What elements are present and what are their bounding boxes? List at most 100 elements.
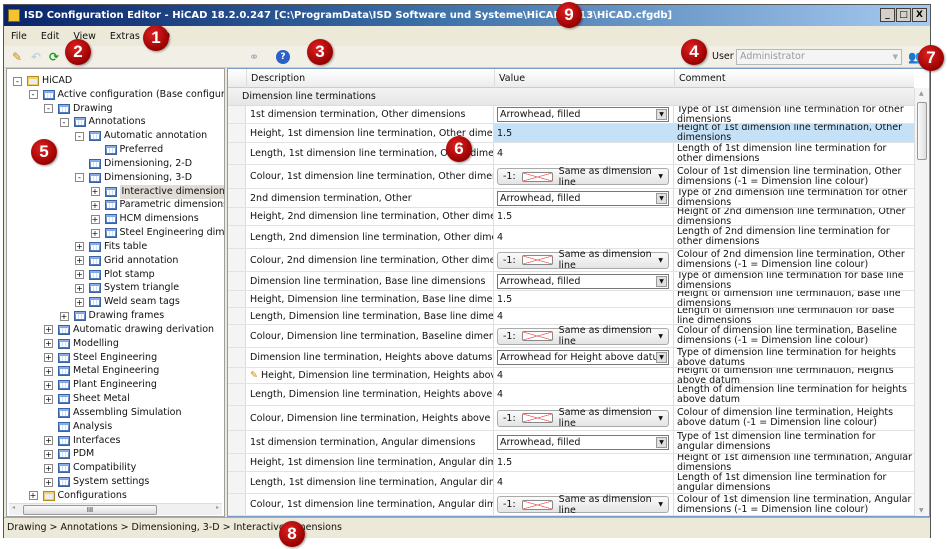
table-row[interactable]: Colour, Dimension line termination, Base…: [228, 325, 914, 348]
tree-node[interactable]: + PDM: [44, 447, 94, 461]
row-header[interactable]: [228, 454, 246, 471]
scroll-down-icon[interactable]: ▼: [919, 507, 924, 514]
row-header[interactable]: [228, 106, 246, 123]
tree-node[interactable]: - Dimensioning, 3-D: [75, 171, 192, 185]
column-header-comment[interactable]: Comment: [674, 69, 914, 88]
menu-extras[interactable]: Extras: [110, 28, 140, 45]
tree-node[interactable]: + Plant Engineering: [44, 378, 157, 392]
value-cell[interactable]: Arrowhead, filled ▼: [494, 272, 674, 290]
value-dropdown[interactable]: Arrowhead, filled ▼: [497, 434, 669, 450]
tree-node[interactable]: + Configurations: [28, 489, 127, 503]
value-cell[interactable]: 1.5: [494, 291, 674, 307]
value-cell[interactable]: 1.5: [494, 208, 674, 225]
chevron-down-icon[interactable]: ▼: [656, 275, 667, 287]
row-header[interactable]: [228, 189, 246, 207]
value-cell[interactable]: 4: [494, 226, 674, 248]
tree-node[interactable]: - HiCAD: [13, 74, 72, 88]
scroll-thumb[interactable]: [917, 102, 927, 160]
row-header[interactable]: [228, 406, 246, 430]
colour-picker-button[interactable]: -1: Same as dimension line ▼: [497, 249, 669, 271]
tree-node[interactable]: + Plot stamp: [75, 268, 155, 282]
group-row[interactable]: Dimension line terminations: [228, 88, 914, 106]
expand-icon[interactable]: +: [90, 200, 100, 210]
tree-node[interactable]: Dimensioning, 2-D: [75, 157, 192, 171]
row-header[interactable]: [228, 325, 246, 347]
value-cell[interactable]: 4: [494, 143, 674, 164]
table-row[interactable]: Dimension line termination, Base line di…: [228, 272, 914, 291]
table-row[interactable]: Length, 1st dimension line termination, …: [228, 472, 914, 494]
collapse-icon[interactable]: -: [75, 173, 84, 183]
tree-node[interactable]: Assembling Simulation: [44, 406, 181, 420]
tree-node[interactable]: + Weld seam tags: [75, 295, 180, 309]
table-row[interactable]: Length, Dimension line termination, Heig…: [228, 384, 914, 406]
colour-picker-button[interactable]: -1: Same as dimension line ▼: [497, 494, 669, 515]
tree-node[interactable]: + Interfaces: [44, 434, 120, 448]
tree-node[interactable]: + Automatic drawing derivation: [44, 323, 214, 337]
tree-node[interactable]: Analysis: [44, 420, 112, 434]
expand-icon[interactable]: +: [28, 491, 38, 501]
table-row[interactable]: Length, 2nd dimension line termination, …: [228, 226, 914, 249]
value-dropdown[interactable]: Arrowhead, filled ▼: [497, 107, 669, 122]
row-header[interactable]: [228, 124, 246, 142]
value-cell[interactable]: Arrowhead, filled ▼: [494, 106, 674, 123]
expand-icon[interactable]: +: [90, 187, 100, 197]
tree-node[interactable]: + Modelling: [44, 337, 119, 351]
row-header[interactable]: [228, 272, 246, 290]
tree-node[interactable]: + Drawing frames: [59, 309, 164, 323]
tree-node[interactable]: - Active configuration (Base configuratio…: [28, 88, 224, 102]
expand-icon[interactable]: +: [44, 463, 53, 473]
tree-node[interactable]: + System triangle: [75, 281, 179, 295]
chevron-down-icon[interactable]: ▼: [656, 192, 667, 204]
table-row[interactable]: Height, 1st dimension line termination, …: [228, 454, 914, 472]
collapse-icon[interactable]: -: [75, 131, 84, 141]
row-header[interactable]: [228, 431, 246, 453]
table-row[interactable]: Colour, Dimension line termination, Heig…: [228, 406, 914, 431]
row-header[interactable]: [228, 208, 246, 225]
expand-icon[interactable]: +: [75, 242, 84, 252]
tree-node[interactable]: + Interactive dimensions: [90, 184, 224, 199]
value-text[interactable]: 4: [497, 389, 503, 400]
table-row[interactable]: Colour, 1st dimension line termination, …: [228, 494, 914, 516]
expand-icon[interactable]: +: [44, 394, 53, 404]
value-cell[interactable]: 4: [494, 308, 674, 324]
value-cell[interactable]: 1.5: [494, 454, 674, 471]
scroll-up-icon[interactable]: ▲: [919, 90, 924, 97]
row-header[interactable]: [228, 226, 246, 248]
tree-node[interactable]: + Metal Engineering: [44, 364, 159, 378]
value-text[interactable]: 1.5: [497, 294, 512, 305]
value-text[interactable]: 4: [497, 311, 503, 322]
expand-icon[interactable]: +: [44, 339, 53, 349]
row-header[interactable]: [228, 368, 246, 383]
value-text[interactable]: 1.5: [497, 128, 512, 139]
row-header[interactable]: [228, 165, 246, 188]
table-row[interactable]: Height, 1st dimension line termination, …: [228, 124, 914, 143]
table-row[interactable]: 2nd dimension termination, Other Arrowhe…: [228, 189, 914, 208]
value-cell[interactable]: Arrowhead, filled ▼: [494, 431, 674, 453]
value-cell[interactable]: -1: Same as dimension line ▼: [494, 249, 674, 271]
value-cell[interactable]: 4: [494, 368, 674, 383]
value-text[interactable]: 4: [497, 232, 503, 243]
row-header[interactable]: [228, 308, 246, 324]
column-header-value[interactable]: Value: [494, 69, 674, 88]
expand-icon[interactable]: +: [75, 256, 84, 266]
maximize-button[interactable]: □: [896, 8, 911, 22]
row-header[interactable]: [228, 348, 246, 367]
table-row[interactable]: Height, Dimension line termination, Base…: [228, 291, 914, 308]
tree-node[interactable]: Preferred: [91, 143, 163, 157]
row-header[interactable]: [228, 291, 246, 307]
row-header[interactable]: [228, 143, 246, 164]
chevron-down-icon[interactable]: ▼: [656, 109, 667, 120]
menu-edit[interactable]: Edit: [41, 28, 59, 45]
pencil-icon[interactable]: ✎: [10, 50, 24, 64]
tree-node[interactable]: + Steel Engineering dimension: [90, 226, 224, 240]
collapse-icon[interactable]: -: [13, 76, 22, 86]
expand-icon[interactable]: +: [75, 270, 84, 280]
scroll-left-icon[interactable]: ◂: [12, 504, 15, 511]
value-cell[interactable]: -1: Same as dimension line ▼: [494, 406, 674, 430]
value-dropdown[interactable]: Arrowhead, filled ▼: [497, 273, 669, 289]
collapse-icon[interactable]: -: [59, 117, 69, 127]
scroll-right-icon[interactable]: ▸: [216, 504, 219, 511]
expand-icon[interactable]: +: [75, 283, 84, 293]
table-row[interactable]: Colour, 2nd dimension line termination, …: [228, 249, 914, 272]
expand-icon[interactable]: +: [44, 325, 53, 335]
